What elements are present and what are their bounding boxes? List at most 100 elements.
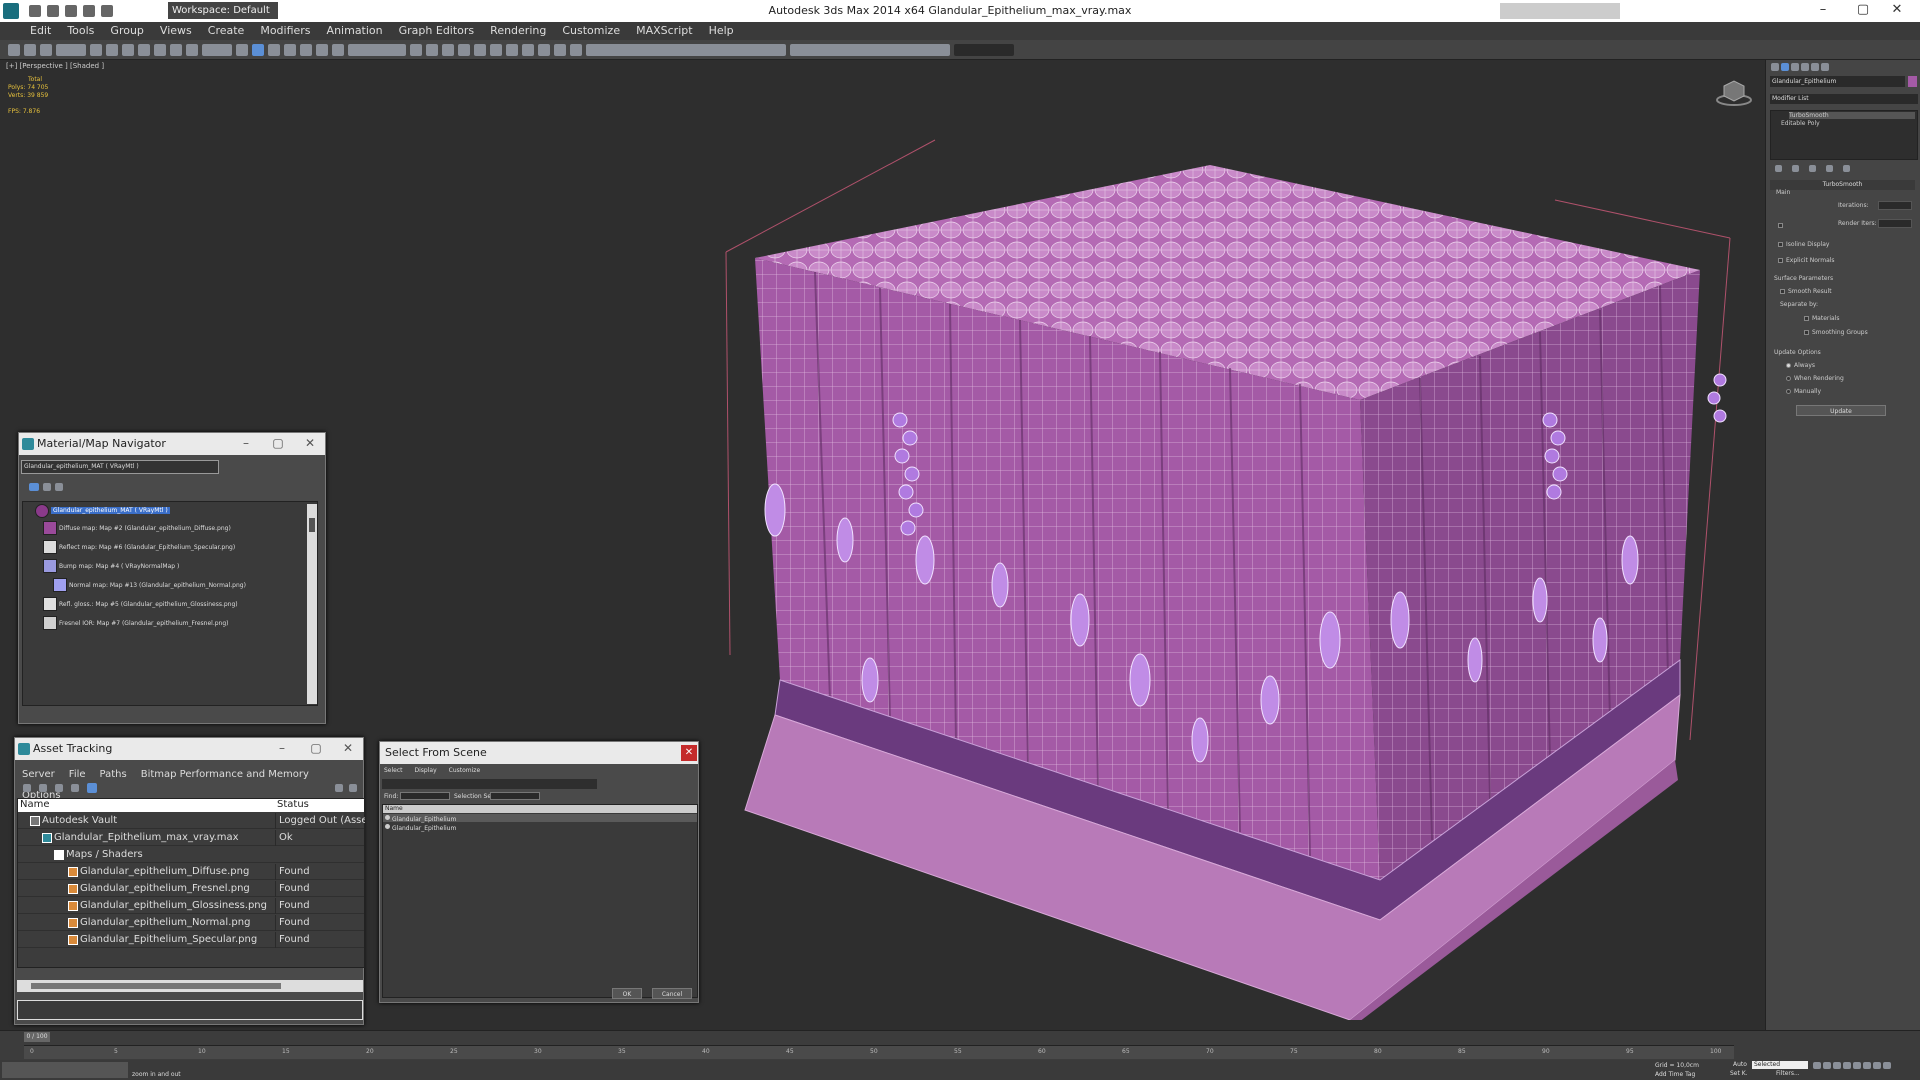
render-iters-spinner[interactable] — [1878, 219, 1912, 228]
navigator-material-field[interactable]: Glandular_epithelium_MAT ( VRayMtl ) — [21, 460, 219, 474]
menu-rendering[interactable]: Rendering — [482, 22, 554, 40]
schematic-view-icon[interactable] — [490, 44, 502, 56]
ref-coord-icon[interactable] — [202, 44, 232, 56]
set-key-button[interactable]: Set K. — [1730, 1070, 1748, 1077]
named-selection-icon[interactable] — [348, 44, 406, 56]
col-name-header[interactable]: Name — [20, 799, 50, 810]
motion-tab-icon[interactable] — [1801, 63, 1809, 71]
navigator-close-button[interactable]: ✕ — [295, 433, 325, 455]
navigator-scroll-thumb[interactable] — [309, 518, 315, 532]
asset-tracking-close-button[interactable]: ✕ — [333, 738, 363, 760]
pin-stack-icon[interactable] — [1775, 165, 1782, 172]
select-by-name-icon[interactable] — [106, 44, 118, 56]
create-tab-icon[interactable] — [1771, 63, 1779, 71]
at-refresh-icon[interactable] — [23, 784, 31, 792]
maxscript-listener[interactable] — [2, 1062, 128, 1078]
undo-icon[interactable] — [83, 5, 95, 17]
menu-help[interactable]: Help — [701, 22, 742, 40]
orbit-icon[interactable] — [1883, 1062, 1891, 1069]
col-status-header[interactable]: Status — [277, 799, 309, 810]
material-editor-icon[interactable] — [506, 44, 518, 56]
render-iters-checkbox[interactable] — [1778, 223, 1783, 228]
menu-views[interactable]: Views — [152, 22, 200, 40]
manipulate-icon[interactable] — [252, 44, 264, 56]
at-menu-server[interactable]: Server — [15, 767, 62, 783]
utilities-tab-icon[interactable] — [1821, 63, 1829, 71]
at-tree-icon[interactable] — [71, 784, 79, 792]
at-menu-file[interactable]: File — [62, 767, 93, 783]
pan-icon[interactable] — [1873, 1062, 1881, 1069]
sfs-menu-display[interactable]: Display — [415, 767, 437, 774]
unlink-icon[interactable] — [24, 44, 36, 56]
menu-create[interactable]: Create — [200, 22, 253, 40]
stack-item-turbosmooth[interactable]: TurboSmooth — [1789, 112, 1915, 119]
display-tab-icon[interactable] — [1811, 63, 1819, 71]
table-row[interactable]: Glandular_epithelium_Glossiness.png Found — [18, 898, 364, 914]
time-slider[interactable]: 0 / 100 — [24, 1032, 50, 1042]
asset-tracking-maximize-button[interactable]: ▢ — [301, 738, 331, 760]
nav-item-normal[interactable]: Normal map: Map #13 (Glandular_epitheliu… — [69, 582, 246, 589]
app-logo-icon[interactable] — [3, 3, 19, 19]
view-list-icon[interactable] — [29, 483, 39, 491]
select-link-icon[interactable] — [8, 44, 20, 56]
menu-edit[interactable]: Edit — [22, 22, 59, 40]
table-row[interactable]: Glandular_epithelium_Fresnel.png Found — [18, 881, 364, 897]
nav-item-reflect[interactable]: Reflect map: Map #6 (Glandular_Epitheliu… — [59, 544, 235, 551]
navigator-scrollbar[interactable] — [307, 504, 317, 704]
update-button[interactable]: Update — [1796, 405, 1886, 416]
at-settings-icon[interactable] — [349, 784, 357, 792]
play-icon[interactable] — [1833, 1062, 1841, 1069]
save-icon[interactable] — [65, 5, 77, 17]
asset-horizontal-scrollbar[interactable] — [17, 980, 363, 992]
go-start-icon[interactable] — [1813, 1062, 1821, 1069]
manually-radio[interactable] — [1786, 389, 1791, 394]
menu-modifiers[interactable]: Modifiers — [252, 22, 318, 40]
modifier-list-dropdown[interactable]: Modifier List — [1770, 94, 1918, 104]
hierarchy-tab-icon[interactable] — [1791, 63, 1799, 71]
object-color-swatch[interactable] — [1908, 76, 1917, 87]
menu-maxscript[interactable]: MAXScript — [628, 22, 700, 40]
nav-item-diffuse[interactable]: Diffuse map: Map #2 (Glandular_epitheliu… — [59, 525, 231, 532]
list-item[interactable]: Glandular_Epithelium — [383, 823, 697, 832]
key-filter-dropdown[interactable]: Selected — [1752, 1061, 1808, 1069]
epithelium-mesh-model[interactable] — [720, 120, 1760, 1020]
new-icon[interactable] — [29, 5, 41, 17]
sfs-list-header[interactable]: Name — [383, 805, 697, 813]
menu-animation[interactable]: Animation — [319, 22, 391, 40]
isoline-checkbox[interactable] — [1778, 242, 1783, 247]
timeline[interactable]: 0 / 100 0 5 10 15 20 25 30 35 40 45 50 55 60 65 70 75 80… — [0, 1030, 1920, 1060]
table-row[interactable]: Glandular_Epithelium_Specular.png Found — [18, 932, 364, 948]
sfs-selection-set-dropdown[interactable] — [490, 792, 540, 800]
viewcube-icon[interactable] — [1716, 78, 1752, 106]
turbosmooth-rollout-header[interactable]: TurboSmooth — [1770, 180, 1915, 190]
at-delete-icon[interactable] — [39, 784, 47, 792]
object-name-field[interactable]: Glandular_Epithelium — [1770, 76, 1905, 87]
nav-item-fresnel[interactable]: Fresnel IOR: Map #7 (Glandular_epitheliu… — [59, 620, 229, 627]
workspace-dropdown[interactable]: Workspace: Default — [168, 2, 278, 19]
prev-frame-icon[interactable] — [1823, 1062, 1831, 1069]
make-unique-icon[interactable] — [1809, 165, 1816, 172]
table-row[interactable]: Glandular_epithelium_Diffuse.png Found — [18, 864, 364, 880]
mirror-icon[interactable] — [410, 44, 422, 56]
rendered-frame-icon[interactable] — [538, 44, 550, 56]
scale-icon[interactable] — [186, 44, 198, 56]
redo-icon[interactable] — [101, 5, 113, 17]
render-setup-icon[interactable] — [522, 44, 534, 56]
select-from-scene-close-button[interactable]: ✕ — [681, 745, 697, 761]
asset-tracking-minimize-button[interactable]: – — [267, 738, 297, 760]
at-menu-bitmap[interactable]: Bitmap Performance and Memory — [134, 767, 316, 783]
table-row[interactable]: Maps / Shaders — [18, 847, 364, 863]
iterations-spinner[interactable] — [1878, 201, 1912, 210]
viewport-dropdown[interactable] — [954, 44, 1014, 56]
sfs-menu-customize[interactable]: Customize — [449, 767, 481, 774]
asset-path-field[interactable] — [17, 1000, 363, 1020]
open-icon[interactable] — [47, 5, 59, 17]
table-row[interactable]: Glandular_epithelium_Normal.png Found — [18, 915, 364, 931]
menu-graph-editors[interactable]: Graph Editors — [391, 22, 483, 40]
add-time-tag-button[interactable]: Add Time Tag — [1655, 1071, 1695, 1078]
curve-editor-icon[interactable] — [474, 44, 486, 56]
zoom-icon[interactable] — [1863, 1062, 1871, 1069]
pivot-icon[interactable] — [236, 44, 248, 56]
angle-snap-icon[interactable] — [300, 44, 312, 56]
navigator-tree[interactable]: Glandular_epithelium_MAT ( VRayMtl ) Dif… — [22, 501, 318, 706]
